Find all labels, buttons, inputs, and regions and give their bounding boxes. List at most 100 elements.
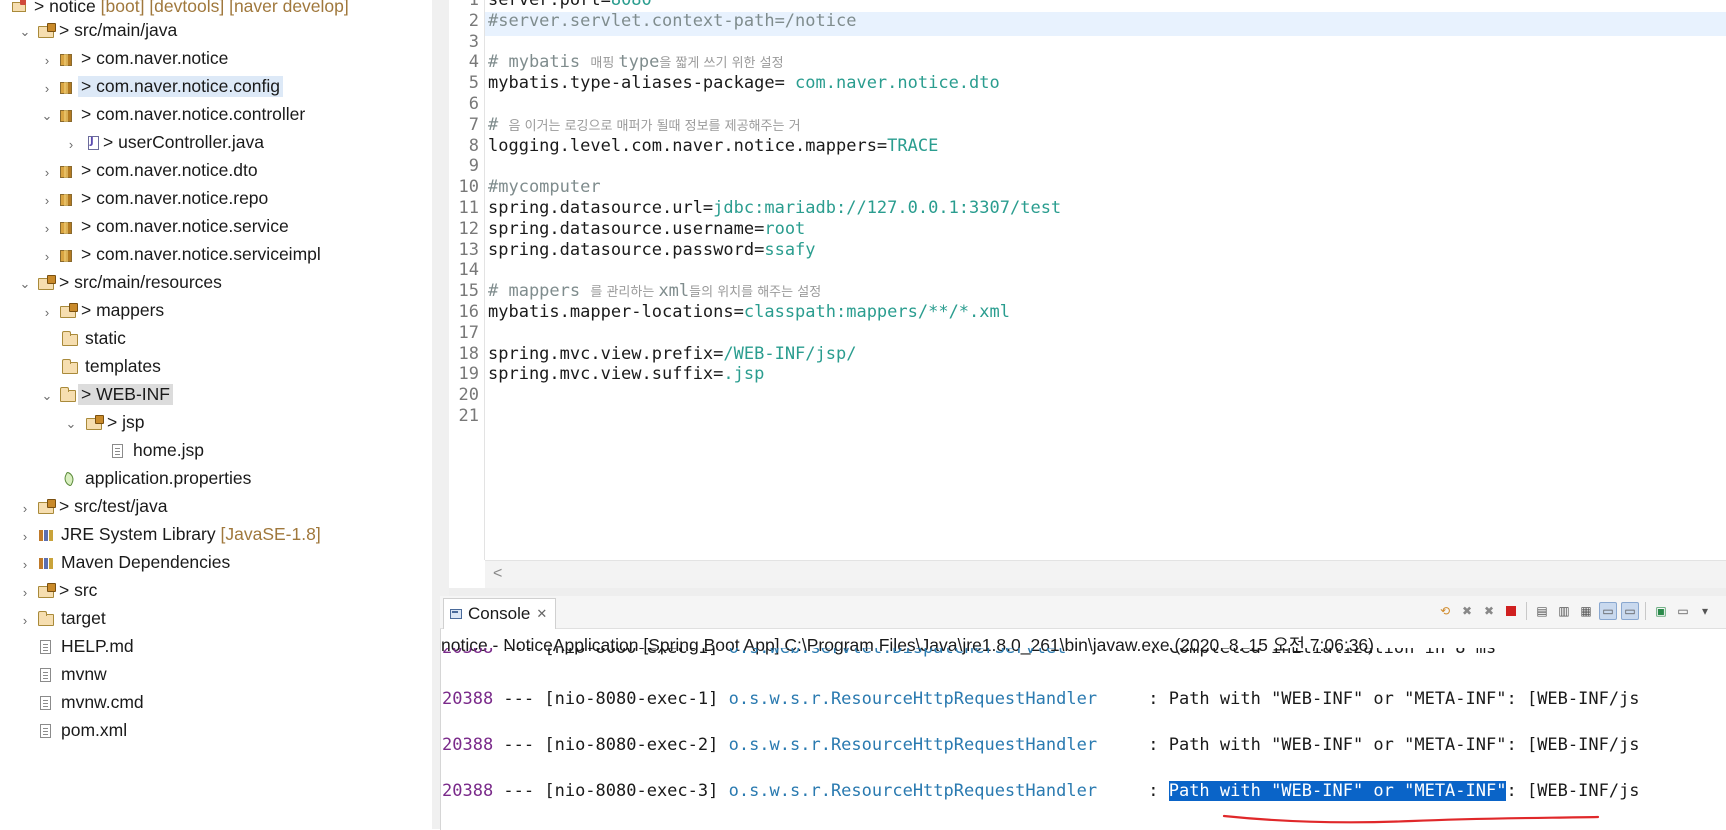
- chevron-down-icon[interactable]: ⌄: [18, 276, 32, 291]
- tree-decorator: >: [103, 132, 119, 152]
- scroll-left-icon[interactable]: <: [493, 565, 502, 583]
- remove-all-terminated-icon[interactable]: ✖: [1480, 602, 1498, 620]
- pin-console-icon[interactable]: ▣: [1652, 602, 1670, 620]
- close-icon[interactable]: ✕: [536, 606, 547, 622]
- display-selected-console-icon[interactable]: ▭: [1674, 602, 1692, 620]
- chevron-right-icon[interactable]: ›: [18, 557, 32, 572]
- tree-item[interactable]: › > src/test/java: [0, 494, 432, 522]
- chevron-down-icon[interactable]: ⌄: [40, 108, 54, 123]
- project-explorer: > notice [boot] [devtools] [naver develo…: [0, 0, 433, 829]
- chevron-right-icon[interactable]: ›: [40, 305, 54, 320]
- code-line[interactable]: spring.mvc.view.suffix=.jsp: [488, 364, 764, 384]
- line-number: 10: [458, 177, 479, 198]
- tree-item[interactable]: static: [0, 326, 432, 354]
- chevron-right-icon[interactable]: ›: [40, 165, 54, 180]
- code-line[interactable]: # mybatis 매핑 type을 짧게 쓰기 위한 설정: [488, 52, 784, 72]
- tree-item[interactable]: › > src: [0, 578, 432, 606]
- tree-decorator: >: [81, 300, 97, 320]
- tree-item[interactable]: › > com.naver.notice: [0, 46, 432, 74]
- tree-item[interactable]: › Maven Dependencies: [0, 550, 432, 578]
- tree-item[interactable]: › > com.naver.notice.serviceimpl: [0, 242, 432, 270]
- chevron-down-icon[interactable]: ⌄: [18, 24, 32, 39]
- tree-item[interactable]: ⌄ > WEB-INF: [0, 382, 432, 410]
- scroll-lock-icon[interactable]: ▥: [1555, 602, 1573, 620]
- tree-item[interactable]: HELP.md: [0, 634, 432, 662]
- code-line[interactable]: server.port=8080: [488, 0, 652, 10]
- tree-label: src/main/resources: [74, 272, 222, 292]
- tree-label: com.naver.notice.dto: [96, 160, 258, 180]
- tree-item[interactable]: application.properties: [0, 466, 432, 494]
- log-logger[interactable]: o.s.w.s.r.ResourceHttpRequestHandler: [729, 689, 1097, 709]
- editor-horizontal-scrollbar[interactable]: <: [485, 560, 1726, 589]
- properties-file-icon: [62, 472, 76, 486]
- property-key: mybatis.type-aliases-package=: [488, 73, 796, 94]
- chevron-right-icon[interactable]: ›: [64, 137, 78, 152]
- relaunch-icon[interactable]: ⟲: [1436, 602, 1454, 620]
- tree-decorator: >: [81, 188, 97, 208]
- code-line[interactable]: spring.datasource.password=ssafy: [488, 240, 816, 260]
- tree-item[interactable]: ⌄ > com.naver.notice.controller: [0, 102, 432, 130]
- tree-item[interactable]: › target: [0, 606, 432, 634]
- property-value: /WEB-INF/jsp/: [723, 343, 857, 364]
- show-on-stderr-icon[interactable]: ▭: [1621, 602, 1639, 620]
- log-message: Path with "WEB-INF" or "META-INF": [1168, 735, 1507, 755]
- code-line[interactable]: # mappers 를 관리하는 xml들의 위치를 해주는 설정: [488, 281, 821, 301]
- tree-item[interactable]: mvnw.cmd: [0, 690, 432, 718]
- comment-korean: 를 관리하는: [590, 285, 659, 301]
- code-line[interactable]: # 음 이거는 로깅으로 매퍼가 될때 정보를 제공해주는 거: [488, 115, 801, 135]
- tree-item[interactable]: › > com.naver.notice.service: [0, 214, 432, 242]
- show-on-stdout-icon[interactable]: ▭: [1599, 602, 1617, 620]
- tree-item[interactable]: mvnw: [0, 662, 432, 690]
- tree-item[interactable]: › JRE System Library [JavaSE-1.8]: [0, 522, 432, 550]
- terminate-icon[interactable]: [1502, 602, 1520, 620]
- horizontal-splitter[interactable]: [449, 588, 1726, 596]
- remove-launch-icon[interactable]: ✖: [1458, 602, 1476, 620]
- log-line[interactable]: 20388 --- [nio-8080-exec-2] o.s.w.s.r.Re…: [442, 735, 1640, 755]
- code-line[interactable]: mybatis.type-aliases-package= com.naver.…: [488, 73, 1000, 93]
- chevron-right-icon[interactable]: ›: [40, 249, 54, 264]
- chevron-down-icon[interactable]: ⌄: [40, 388, 54, 403]
- tab-console[interactable]: Console ✕: [443, 598, 557, 629]
- comment: xml: [658, 281, 690, 302]
- tree-item[interactable]: pom.xml: [0, 718, 432, 746]
- code-line[interactable]: spring.mvc.view.prefix=/WEB-INF/jsp/: [488, 344, 856, 364]
- word-wrap-icon[interactable]: ▦: [1577, 602, 1595, 620]
- log-logger[interactable]: o.s.w.s.r.ResourceHttpRequestHandler: [729, 781, 1097, 801]
- code-line[interactable]: spring.datasource.username=root: [488, 219, 805, 239]
- chevron-right-icon[interactable]: ›: [18, 529, 32, 544]
- chevron-right-icon[interactable]: ›: [18, 613, 32, 628]
- tree-item[interactable]: › > com.naver.notice.dto: [0, 158, 432, 186]
- code-line[interactable]: spring.datasource.url=jdbc:mariadb://127…: [488, 198, 1061, 218]
- chevron-right-icon[interactable]: ›: [18, 501, 32, 516]
- chevron-right-icon[interactable]: ›: [40, 53, 54, 68]
- library-icon: [38, 556, 54, 570]
- view-menu-chevron-down-icon[interactable]: ▾: [1696, 602, 1714, 620]
- tree-item[interactable]: ⌄ > src/main/java: [0, 18, 432, 46]
- comment-korean: 매핑: [590, 56, 619, 72]
- clear-console-icon[interactable]: ▤: [1533, 602, 1551, 620]
- log-line[interactable]: 20388 --- [nio-8080-exec-3] o.s.w.s.r.Re…: [442, 781, 1640, 801]
- tree-item[interactable]: › > mappers: [0, 298, 432, 326]
- chevron-right-icon[interactable]: ›: [40, 193, 54, 208]
- log-line[interactable]: 20388 --- [nio-8080-exec-1] o.s.w.s.r.Re…: [442, 689, 1640, 709]
- tree-item[interactable]: › > userController.java: [0, 130, 432, 158]
- tree-item[interactable]: home.jsp: [0, 438, 432, 466]
- chevron-right-icon[interactable]: ›: [18, 585, 32, 600]
- tree-item[interactable]: templates: [0, 354, 432, 382]
- line-number: 15: [458, 281, 479, 302]
- code-line[interactable]: #mycomputer: [488, 177, 601, 197]
- code-line[interactable]: logging.level.com.naver.notice.mappers=T…: [488, 136, 938, 156]
- log-logger[interactable]: o.s.w.s.r.ResourceHttpRequestHandler: [729, 735, 1097, 755]
- chevron-right-icon[interactable]: ›: [40, 81, 54, 96]
- log-message: Path with "WEB-INF" or "META-INF": [1168, 689, 1507, 709]
- chevron-right-icon[interactable]: ›: [40, 221, 54, 236]
- tree-item[interactable]: ⌄ > src/main/resources: [0, 270, 432, 298]
- tree-item[interactable]: › > com.naver.notice.config: [0, 74, 432, 102]
- tree-item[interactable]: › > com.naver.notice.repo: [0, 186, 432, 214]
- code-line[interactable]: #server.servlet.context-path=/notice: [488, 11, 856, 31]
- code-line[interactable]: mybatis.mapper-locations=classpath:mappe…: [488, 302, 1010, 322]
- tree-label: com.naver.notice.repo: [96, 188, 269, 208]
- chevron-down-icon[interactable]: ⌄: [64, 416, 78, 431]
- tree-item[interactable]: ⌄ > jsp: [0, 410, 432, 438]
- tree-label: templates: [85, 356, 161, 376]
